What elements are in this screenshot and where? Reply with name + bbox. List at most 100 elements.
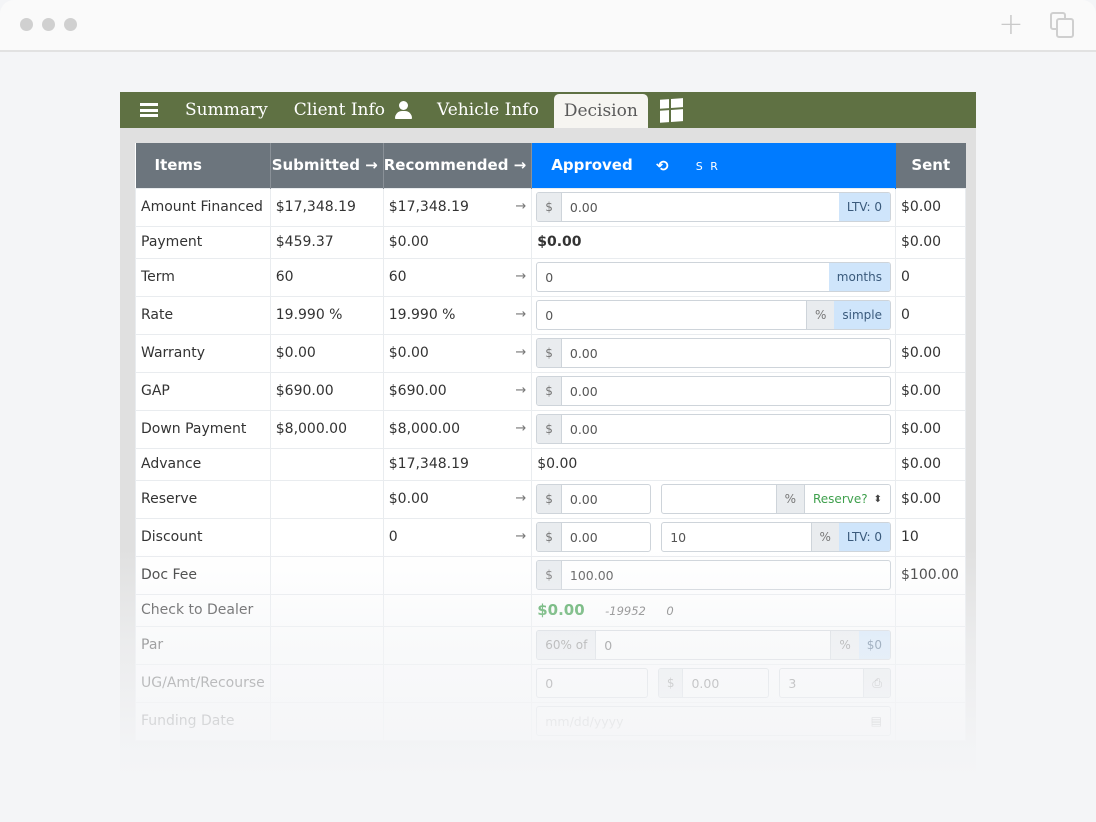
recommended-cell: 60 → [382,257,533,297]
plus-icon[interactable]: + [998,10,1024,40]
windows-icon [659,98,683,123]
recourse-input[interactable]: 3 ⎙ [779,668,892,698]
copy-arrow-icon[interactable]: → [515,345,526,360]
tab-vehicle-info[interactable]: Vehicle Info [424,92,552,128]
window-dot-close[interactable] [20,18,33,31]
amt-input[interactable]: $ 0.00 [657,668,770,698]
recourse-value[interactable]: 3 [780,669,863,697]
recommended-value: 0 [388,529,398,545]
recommended-cell: $17,348.19 → [382,187,533,227]
doc-fee-input[interactable]: $ 100.00 [536,560,891,590]
amount-financed-input[interactable]: $ 0.00 LTV: 0 [536,192,891,222]
ug-value[interactable]: 0 [537,669,647,697]
reserve-percent-input[interactable]: % Reserve? ⬍ [661,484,891,514]
row-label: Funding Date [135,701,271,741]
term-value[interactable]: 0 [537,263,829,291]
gap-input[interactable]: $ 0.00 [536,376,891,406]
rate-value[interactable]: 0 [537,301,806,329]
approved-cell: $ 0.00 % Reserve? ⬍ [531,479,896,519]
reserve-percent-value[interactable] [662,485,775,513]
copy-arrow-icon[interactable]: → [515,199,526,214]
tab-summary-label: Summary [185,100,268,120]
window-controls [20,18,77,31]
down-payment-input[interactable]: $ 0.00 [536,414,891,444]
table-row-par: Par 60% of 0 % $0 [135,625,966,665]
copy-arrow-icon[interactable]: → [515,383,526,398]
recommended-cell: $8,000.00 → [382,409,533,449]
discount-percent-value[interactable]: 10 [662,523,810,551]
row-label: UG/Amt/Recourse [135,663,271,703]
check-to-dealer-amount: $0.00 [537,601,585,619]
rate-input[interactable]: 0 % simple [536,300,891,330]
table-row-funding-date: Funding Date mm/dd/yyyy ▤ [135,701,966,741]
app-container: Summary Client Info Vehicle Info Decisio… [120,92,976,778]
submitted-value: $17,348.19 [269,187,384,227]
warranty-value[interactable]: 0.00 [562,339,890,367]
funding-date-input[interactable]: mm/dd/yyyy ▤ [536,706,891,736]
months-badge: months [828,263,890,291]
amount-financed-value[interactable]: 0.00 [562,193,839,221]
window-dot-minimize[interactable] [42,18,55,31]
table-row-doc-fee: Doc Fee $ 100.00 $100.00 [135,555,966,595]
par-value[interactable]: 0 [596,631,830,659]
history-icon[interactable]: ⟲ [656,157,669,175]
header-submitted[interactable]: Submitted → [270,143,384,188]
copy-arrow-icon[interactable]: → [515,307,526,322]
copy-windows-icon[interactable] [1050,12,1076,38]
windows-button[interactable] [652,92,690,128]
recommended-value: $17,348.19 [382,447,533,481]
gap-value[interactable]: 0.00 [562,377,890,405]
top-navbar: Summary Client Info Vehicle Info Decisio… [120,92,976,128]
percent-suffix: % [830,631,859,659]
table-row-check-to-dealer: Check to Dealer $0.00 -19952 0 [135,593,966,627]
reserve-amount-value[interactable]: 0.00 [562,485,650,513]
header-sent: Sent [895,143,966,188]
submitted-value [269,663,384,703]
user-icon [395,101,413,119]
submitted-value: 19.990 % [269,295,384,335]
copy-arrow-icon[interactable]: → [515,491,526,506]
doc-fee-value[interactable]: 100.00 [562,561,890,589]
copy-arrow-icon[interactable]: → [515,269,526,284]
reserve-amount-input[interactable]: $ 0.00 [536,484,652,514]
copy-arrow-icon[interactable]: → [515,421,526,436]
simple-badge[interactable]: simple [834,301,890,329]
header-recommended[interactable]: Recommended → [383,143,533,188]
dollar-prefix: $ [537,523,562,551]
sent-value: 0 [895,295,966,335]
discount-amount-value[interactable]: 0.00 [562,523,650,551]
amt-value[interactable]: 0.00 [683,669,768,697]
row-label: Par [135,625,271,665]
sent-value: $0.00 [895,409,966,449]
ug-input[interactable]: 0 [536,668,648,698]
decision-table: Items Submitted → Recommended → Approved… [135,143,966,741]
window-dot-maximize[interactable] [64,18,77,31]
submitted-value [269,625,384,665]
par-input[interactable]: 60% of 0 % $0 [536,630,891,660]
term-input[interactable]: 0 months [536,262,891,292]
menu-button[interactable] [136,92,172,128]
recommended-cell: 19.990 % → [382,295,533,335]
down-payment-value[interactable]: 0.00 [562,415,890,443]
reserve-select[interactable]: Reserve? ⬍ [804,485,890,513]
reserve-select-label: Reserve? [813,492,868,506]
funding-date-placeholder[interactable]: mm/dd/yyyy [537,707,862,735]
recommended-value: $0.00 [388,491,429,507]
submitted-value: 60 [269,257,384,297]
approved-cell: $ 100.00 [531,555,896,595]
print-icon[interactable]: ⎙ [863,669,891,697]
tab-summary[interactable]: Summary [172,92,281,128]
discount-percent-input[interactable]: 10 % LTV: 0 [661,522,891,552]
table-row-gap: GAP $690.00 $690.00 → $ 0.00 $0.00 [135,371,966,411]
discount-amount-input[interactable]: $ 0.00 [536,522,652,552]
sort-caret-icon: ⬍ [873,493,882,505]
recommended-value [382,663,533,703]
percent-suffix: % [810,523,839,551]
copy-arrow-icon[interactable]: → [515,529,526,544]
row-label: Discount [135,517,271,557]
warranty-input[interactable]: $ 0.00 [536,338,891,368]
submitted-value [269,479,384,519]
tab-client-info[interactable]: Client Info [281,92,424,128]
tab-decision[interactable]: Decision [553,94,648,128]
calendar-icon[interactable]: ▤ [862,707,890,735]
